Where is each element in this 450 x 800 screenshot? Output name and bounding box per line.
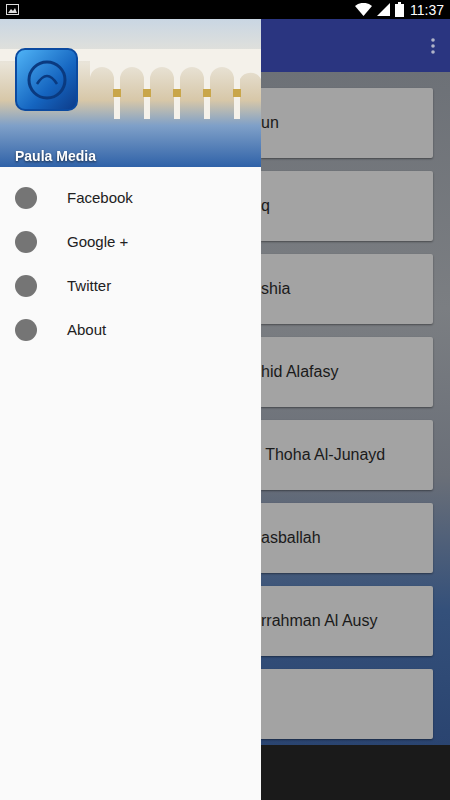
wifi-icon: [355, 3, 373, 17]
drawer-item[interactable]: Facebook: [0, 176, 261, 220]
drawer-header: Paula Media: [0, 19, 261, 167]
drawer-item-label: About: [67, 319, 106, 342]
list-card-label: hid Alafasy: [261, 360, 338, 384]
drawer-menu: Facebook Google + Twitter About: [0, 167, 261, 352]
drawer-item[interactable]: Twitter: [0, 264, 261, 308]
list-card[interactable]: shia: [261, 254, 433, 324]
list-card[interactable]: [261, 669, 433, 739]
drawer-item-label: Facebook: [67, 187, 133, 210]
list-card[interactable]: un: [261, 88, 433, 158]
app-bar: [261, 19, 450, 72]
status-bar: 11:37: [0, 0, 450, 19]
bullet-icon: [15, 187, 37, 209]
bullet-icon: [15, 319, 37, 341]
bullet-icon: [15, 275, 37, 297]
bottom-bar: [261, 745, 450, 800]
drawer-item-label: Google +: [67, 231, 128, 254]
drawer-title: Paula Media: [15, 149, 96, 163]
drawer-item[interactable]: About: [0, 308, 261, 352]
list-card-label: un: [261, 111, 279, 135]
main-content: un q shia hid Alafasy Thoha Al-Junayd asball…: [261, 19, 450, 800]
app-logo-icon: [15, 48, 78, 111]
list-card[interactable]: asballah: [261, 503, 433, 573]
list-card-label: Thoha Al-Junayd: [261, 443, 385, 467]
overflow-menu-icon[interactable]: [430, 38, 436, 54]
image-icon: [6, 4, 20, 16]
list: un q shia hid Alafasy Thoha Al-Junayd asball…: [261, 72, 450, 745]
clock: 11:37: [410, 3, 444, 17]
list-card-label: q: [261, 194, 270, 218]
battery-icon: [395, 2, 404, 17]
list-card-label: rrahman Al Ausy: [261, 609, 378, 633]
drawer-item-label: Twitter: [67, 275, 111, 298]
drawer-item[interactable]: Google +: [0, 220, 261, 264]
list-card-label: shia: [261, 277, 290, 301]
signal-icon: [377, 3, 391, 17]
list-card[interactable]: q: [261, 171, 433, 241]
bullet-icon: [15, 231, 37, 253]
navigation-drawer: Paula Media Facebook Google + Twitter About: [0, 19, 261, 800]
list-card[interactable]: Thoha Al-Junayd: [261, 420, 433, 490]
list-card-label: asballah: [261, 526, 321, 550]
list-card[interactable]: rrahman Al Ausy: [261, 586, 433, 656]
list-card[interactable]: hid Alafasy: [261, 337, 433, 407]
